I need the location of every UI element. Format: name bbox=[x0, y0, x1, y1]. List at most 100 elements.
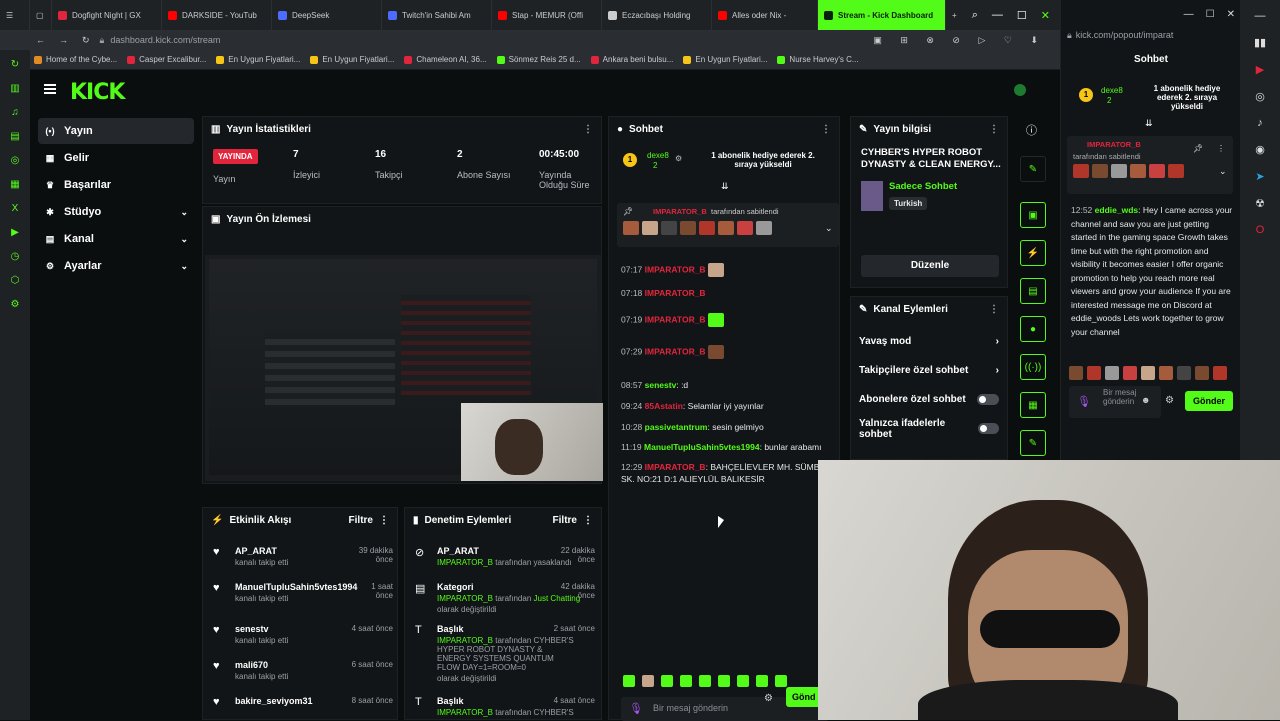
minimize-icon[interactable]: — bbox=[1255, 10, 1266, 22]
more-icon[interactable]: ⋮ bbox=[821, 124, 831, 135]
maximize-icon[interactable]: ☐ bbox=[1017, 9, 1027, 22]
minimize-icon[interactable]: — bbox=[992, 9, 1003, 22]
chevron-down-icon[interactable]: ⌄ bbox=[1219, 166, 1227, 177]
kick-logo[interactable]: KICK bbox=[70, 80, 125, 105]
close-icon[interactable]: ✕ bbox=[1041, 9, 1050, 22]
stream-category[interactable]: Sadece Sohbet bbox=[889, 181, 957, 192]
bookmark-item[interactable]: Nurse Harvey's C... bbox=[777, 55, 859, 64]
new-tab-button[interactable]: + bbox=[946, 0, 966, 30]
browser-tab-active[interactable]: Stream - Kick Dashboard bbox=[818, 0, 946, 30]
close-icon[interactable]: ✕ bbox=[1227, 9, 1235, 20]
settings-icon[interactable]: ⚙ bbox=[9, 298, 21, 310]
chat-settings-icon[interactable]: ⚙ bbox=[1165, 395, 1174, 406]
more-icon[interactable]: ⋮ bbox=[989, 304, 999, 315]
wrench-icon[interactable]: ✎ bbox=[1020, 430, 1046, 456]
layout-icon[interactable]: ▦ bbox=[1020, 392, 1046, 418]
stream-preview-video[interactable] bbox=[205, 255, 603, 481]
extension-icon[interactable]: ☢ bbox=[1255, 197, 1265, 210]
player-icon[interactable]: ▶ bbox=[9, 226, 21, 238]
popout-send-button[interactable]: Gönder bbox=[1185, 391, 1233, 411]
browser-tab[interactable]: Stap - MEMUR (Offi bbox=[492, 0, 602, 30]
edit-icon[interactable]: ✎ bbox=[1020, 156, 1046, 182]
nav-item-settings[interactable]: ⚙ Ayarlar ⌄ bbox=[38, 253, 194, 279]
chat-bubble-icon[interactable]: ● bbox=[1020, 316, 1046, 342]
subscribers-only-toggle[interactable] bbox=[977, 394, 999, 405]
followers-only-row[interactable]: Takipçilere özel sohbet › bbox=[851, 356, 1007, 385]
sidebar-toggle-icon[interactable]: ▮▮ bbox=[1254, 36, 1266, 49]
info-icon[interactable]: ⓘ bbox=[1026, 122, 1037, 138]
collapse-icon[interactable]: ⇊ bbox=[721, 181, 729, 192]
filter-button[interactable]: Filtre bbox=[553, 515, 577, 526]
maximize-icon[interactable]: ☐ bbox=[1206, 9, 1215, 20]
browser-tab[interactable]: DARKSIDE - YouTub bbox=[162, 0, 272, 30]
avatar[interactable] bbox=[1014, 84, 1026, 96]
bookmark-item[interactable]: Ankara beni bulsu... bbox=[590, 55, 673, 64]
nav-item-revenue[interactable]: ▦ Gelir bbox=[38, 145, 194, 171]
twitch-icon[interactable]: ▦ bbox=[9, 178, 21, 190]
music-icon[interactable]: ♫ bbox=[9, 106, 21, 118]
opera-icon[interactable]: O bbox=[1256, 224, 1265, 236]
popout-url[interactable]: kick.com/popout/imparat bbox=[1076, 30, 1174, 41]
steam-icon[interactable]: ◉ bbox=[1255, 143, 1265, 156]
telegram-icon[interactable]: ➤ bbox=[1255, 170, 1264, 183]
chat-settings-icon[interactable]: ⚙ bbox=[764, 693, 773, 704]
filter-button[interactable]: Filtre bbox=[349, 515, 373, 526]
history-icon[interactable]: ◷ bbox=[9, 250, 21, 262]
bookmark-item[interactable]: En Uygun Fiyatlari... bbox=[310, 55, 394, 64]
extension-icon[interactable]: ◎ bbox=[1255, 90, 1265, 103]
browser-tab[interactable]: Dogfight Night | GX bbox=[52, 0, 162, 30]
pin-icon[interactable]: 📌︎ bbox=[1193, 144, 1203, 153]
more-icon[interactable]: ⋮ bbox=[583, 124, 593, 135]
mic-icon[interactable]: 🎙︎ bbox=[1077, 395, 1091, 408]
nav-item-stream[interactable]: (•) Yayın bbox=[38, 118, 194, 144]
emote-bar[interactable] bbox=[623, 675, 787, 687]
notes-icon[interactable]: ▤ bbox=[1020, 278, 1046, 304]
bookmark-item[interactable]: Chameleon AI, 36... bbox=[404, 55, 487, 64]
instagram-icon[interactable]: ◎ bbox=[9, 154, 21, 166]
edit-stream-button[interactable]: Düzenle bbox=[861, 255, 999, 277]
chat-send-button[interactable]: Gönd bbox=[786, 687, 818, 707]
forward-icon[interactable]: → bbox=[59, 35, 68, 45]
reload-icon[interactable]: ↻ bbox=[82, 35, 90, 46]
collapse-icon[interactable]: ⇊ bbox=[1145, 118, 1153, 129]
minimize-icon[interactable]: — bbox=[1184, 9, 1194, 20]
bookmark-item[interactable]: En Uygun Fiyatlari... bbox=[216, 55, 300, 64]
slow-mode-row[interactable]: Yavaş mod › bbox=[851, 327, 1007, 356]
x-icon[interactable]: X bbox=[9, 202, 21, 214]
popout-chat-input[interactable]: 🎙︎ Bir mesaj gönderin ☻ bbox=[1069, 386, 1161, 418]
speed-dial-icon[interactable]: ▥ bbox=[9, 82, 21, 94]
back-icon[interactable]: ← bbox=[36, 35, 45, 45]
bolt-icon[interactable]: ⚡ bbox=[1020, 240, 1046, 266]
more-icon[interactable]: ⋮ bbox=[1217, 144, 1225, 153]
browser-menu-icon[interactable]: ☰ bbox=[0, 0, 30, 30]
emotes-only-toggle[interactable] bbox=[977, 423, 999, 434]
browser-tab[interactable]: Eczacıbaşı Holding bbox=[602, 0, 712, 30]
nav-item-channel[interactable]: ▤ Kanal ⌄ bbox=[38, 226, 194, 252]
chevron-down-icon[interactable]: ⌄ bbox=[825, 223, 833, 234]
url-field[interactable]: dashboard.kick.com/stream bbox=[110, 35, 220, 45]
emote-bar[interactable] bbox=[1069, 366, 1227, 380]
clip-icon[interactable]: ▣ bbox=[1020, 202, 1046, 228]
bookmark-item[interactable]: Sönmez Reis 25 d... bbox=[496, 55, 581, 64]
bookmark-item[interactable]: Home of the Cybe... bbox=[34, 55, 117, 64]
more-icon[interactable]: ⋮ bbox=[989, 124, 999, 135]
extensions-icon[interactable]: ⬡ bbox=[9, 274, 21, 286]
broadcast-icon[interactable]: ((·)) bbox=[1020, 354, 1046, 380]
search-icon[interactable]: ⌕ bbox=[972, 9, 978, 22]
emoji-icon[interactable]: ☻ bbox=[1141, 395, 1150, 405]
menu-icon[interactable] bbox=[44, 84, 56, 94]
more-icon[interactable]: ⋮ bbox=[583, 515, 593, 526]
youtube-icon[interactable]: ▶ bbox=[1256, 63, 1264, 76]
browser-tab[interactable]: Twitch'in Sahibi Am bbox=[382, 0, 492, 30]
workspace-icon[interactable]: ▢ bbox=[30, 0, 52, 30]
more-icon[interactable]: ⋮ bbox=[379, 515, 389, 526]
bookmark-item[interactable]: Casper Excalibur... bbox=[127, 55, 206, 64]
nav-item-achievements[interactable]: ♛ Başarılar bbox=[38, 172, 194, 198]
flow-icon[interactable]: ↻ bbox=[9, 58, 21, 70]
browser-tab[interactable]: Alles oder Nix - bbox=[712, 0, 818, 30]
bookmark-item[interactable]: En Uygun Fiyatlari... bbox=[683, 55, 767, 64]
browser-tab[interactable]: DeepSeek bbox=[272, 0, 382, 30]
nav-item-studio[interactable]: ✱ Stüdyo ⌄ bbox=[38, 199, 194, 225]
address-bar-actions[interactable]: ▣ ⊞ ⊗ ⊘ ▷ ♡ ⬇ bbox=[873, 35, 1046, 46]
news-icon[interactable]: ▤ bbox=[9, 130, 21, 142]
